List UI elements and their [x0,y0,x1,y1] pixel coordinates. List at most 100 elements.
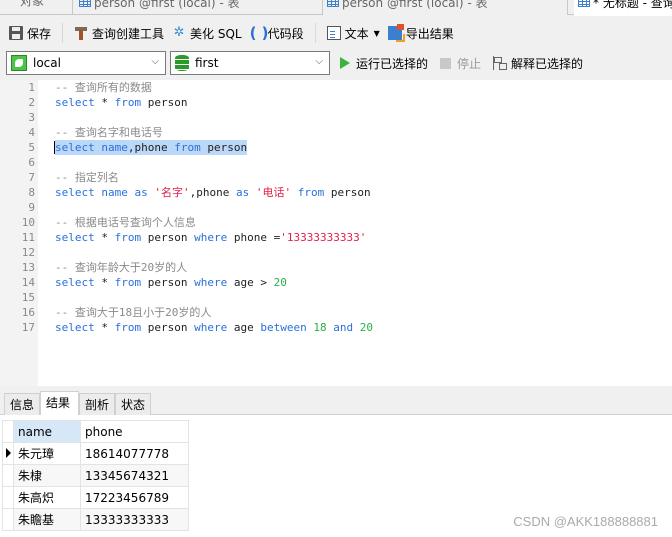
code-token: * [94,96,115,109]
database-value: first [195,56,219,70]
save-button[interactable]: 保存 [6,22,54,44]
cell-name[interactable]: 朱棣 [13,464,81,487]
sql-editor[interactable]: 1 -- 查询所有的数据 2 select * from person 3 4 -- 查询名… [0,80,672,386]
line-number: 4 [28,126,35,139]
stop-button[interactable]: 停止 [440,55,481,72]
code-token: * [94,276,115,289]
cell-name[interactable]: 朱瞻基 [13,508,81,531]
row-indicator [2,464,14,487]
toolbar-divider [314,23,316,43]
code-token: select [55,141,95,154]
code-token: '名字' [147,186,190,199]
code-token: ,phone [189,186,236,199]
code-token: as [235,186,250,199]
tab-objects[interactable]: 对象 [20,0,70,15]
code-token: where [194,276,228,289]
line-number: 10 [21,216,35,229]
tab-person-table[interactable]: person @first (local) - 表 [322,0,568,15]
code-token: 20 [273,276,287,289]
connection-bar: local ⌵ first ⌵ 运行已选择的 停止 解释已选择的 [0,50,672,76]
code-token: select [55,321,95,334]
code-token: * [94,321,115,334]
line-number: 1 [28,81,35,94]
export-results-label: 导出结果 [405,26,454,41]
chevron-down-icon: ⌵ [315,56,323,67]
stop-icon [440,57,452,69]
code-token: between [260,321,307,334]
explain-selected-label: 解释已选择的 [511,56,584,71]
tab-label: * 无标题 - 查询 [593,0,672,10]
code-token: name [101,186,128,199]
document-icon [326,26,341,40]
code-token: -- 指定列名 [55,171,119,184]
table-row[interactable]: 朱高炽 17223456789 [2,486,189,509]
database-icon [175,55,189,71]
code-text: select * from person [55,95,187,110]
tab-person-table-design[interactable]: person @first (local) - 表 [72,0,322,15]
save-icon [9,26,23,40]
beautify-sql-button[interactable]: ✲ 美化 SQL [169,22,245,44]
code-snippet-label: 代码段 [267,26,304,41]
tab-result-1[interactable]: 结果 1 [40,391,79,432]
code-token: person [141,96,188,109]
tab-untitled-query[interactable]: * 无标题 - 查询 [574,0,672,16]
cell-phone[interactable]: 18614077778 [80,442,189,465]
column-header-name[interactable]: name [13,420,81,443]
code-token: where [194,231,228,244]
code-token: where [194,321,228,334]
query-builder-label: 查询创建工具 [92,26,165,41]
line-number: 6 [28,156,35,169]
tab-profile[interactable]: 剖析 [79,393,115,415]
table-row[interactable]: 朱棣 13345674321 [2,464,189,487]
results-grid: name phone 朱元璋 18614077778 朱棣 1334567432… [2,420,189,531]
code-text: -- 根据电话号查询个人信息 [55,215,196,230]
code-token: from [174,141,201,154]
query-builder-button[interactable]: 查询创建工具 [71,22,167,44]
database-select[interactable]: first ⌵ [170,51,330,75]
code-token: phone = [227,231,281,244]
code-token: age [227,321,261,334]
cell-name[interactable]: 朱高炽 [13,486,81,509]
export-icon [387,24,405,42]
text-mode-dropdown[interactable]: 文本 ▼ [324,22,383,44]
tab-label: person @first (local) - 表 [342,0,488,10]
cell-name[interactable]: 朱元璋 [13,442,81,465]
code-token: from [114,96,142,109]
code-token: ,phone [127,141,175,154]
code-token: from [114,231,142,244]
code-token: person [324,186,371,199]
line-number: 7 [28,171,35,184]
code-snippet-button[interactable]: ( ) 代码段 [247,22,307,44]
caret-down-icon: ▼ [373,28,380,38]
cell-phone[interactable]: 13333333333 [80,508,189,531]
code-token: person [200,141,248,154]
run-selected-button[interactable]: 运行已选择的 [340,55,428,72]
cell-phone[interactable]: 17223456789 [80,486,189,509]
line-number: 5 [28,141,35,154]
export-results-button[interactable]: 导出结果 [385,22,457,44]
row-indicator [2,442,14,465]
cell-phone[interactable]: 13345674321 [80,464,189,487]
code-token: -- 查询所有的数据 [55,81,152,94]
line-number: 8 [28,186,35,199]
code-token: age > [227,276,274,289]
tab-info[interactable]: 信息 [4,393,40,415]
play-icon [340,57,350,69]
code-text: -- 查询年龄大于20岁的人 [55,260,187,275]
toolbar-divider [62,23,64,43]
connection-select[interactable]: local ⌵ [6,51,166,75]
table-row[interactable]: 朱瞻基 13333333333 [2,508,189,531]
code-token: -- 查询年龄大于20岁的人 [55,261,188,274]
column-header-phone[interactable]: phone [80,420,189,443]
tab-status[interactable]: 状态 [115,393,151,415]
code-token: -- 查询名字和电话号 [55,126,163,139]
explain-selected-button[interactable]: 解释已选择的 [493,55,583,72]
watermark: CSDN @AKK188888881 [513,514,658,529]
code-token: -- 根据电话号查询个人信息 [55,216,196,229]
table-row[interactable]: 朱元璋 18614077778 [2,442,189,465]
save-label: 保存 [27,26,52,41]
row-indicator [2,486,14,509]
text-mode-label: 文本 [344,26,369,41]
